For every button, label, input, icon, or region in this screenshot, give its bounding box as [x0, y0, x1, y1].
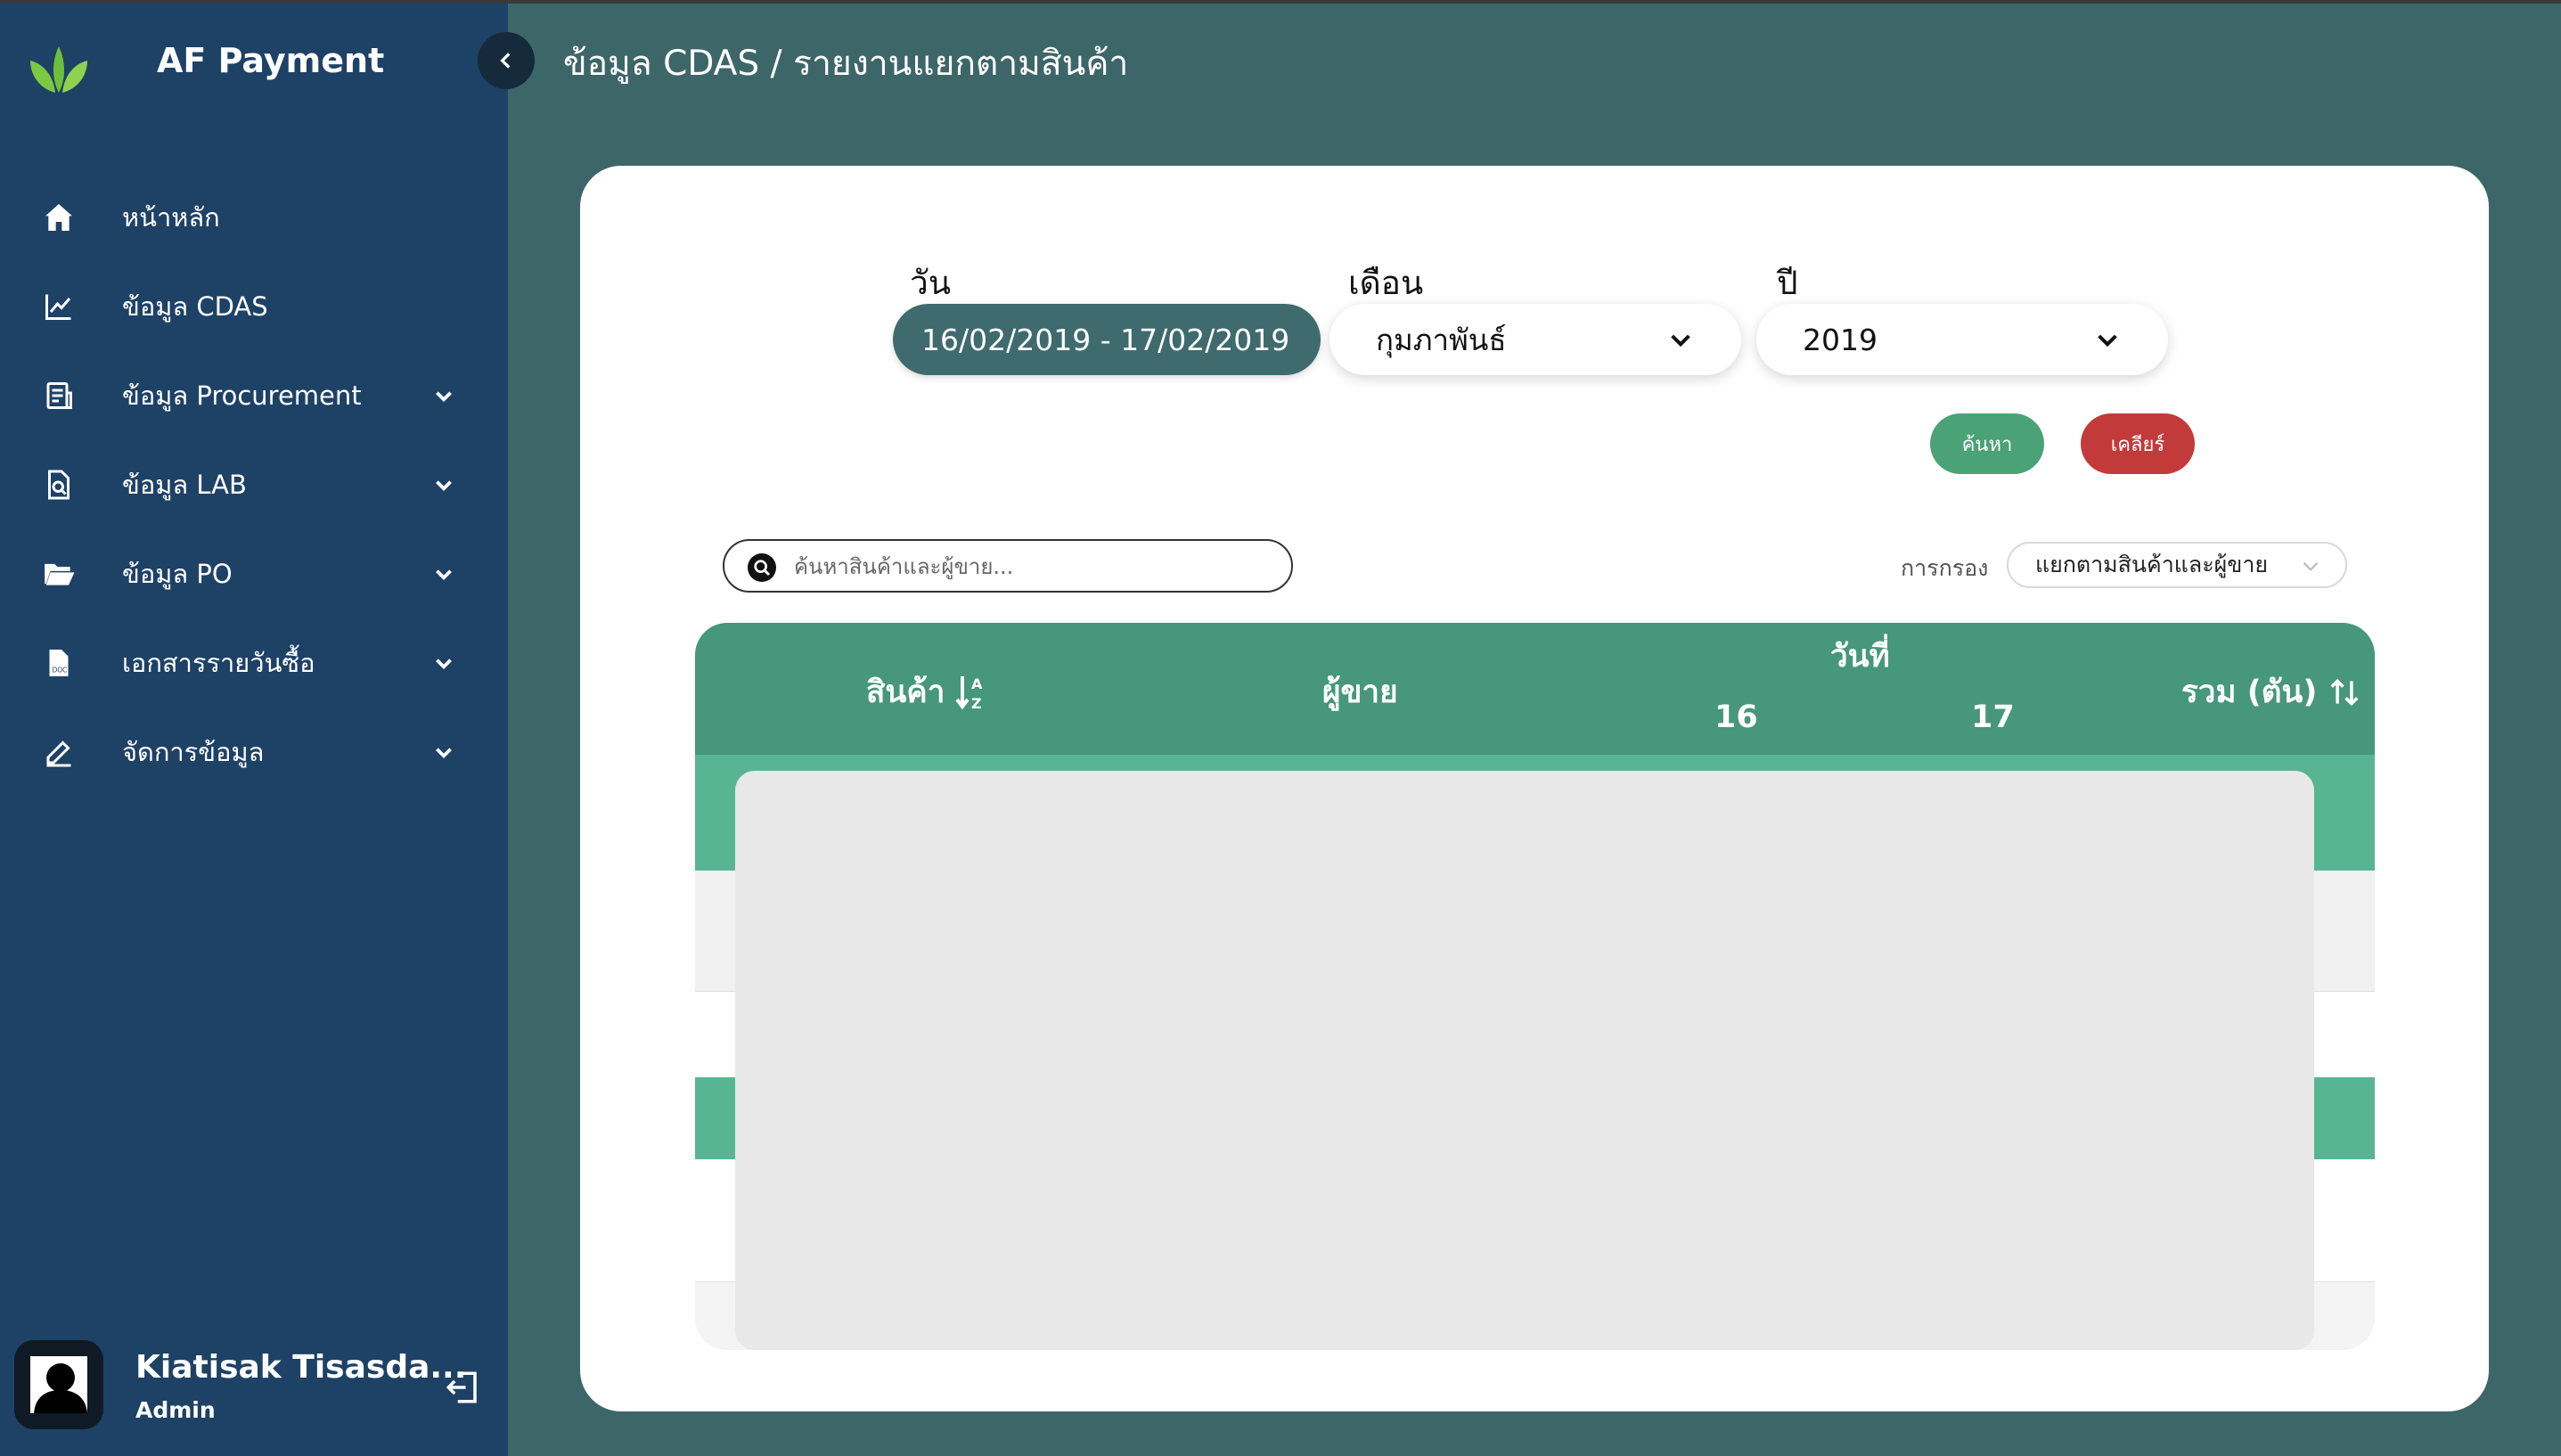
column-header-day-16[interactable]: 16	[1714, 699, 1758, 735]
leaf-logo-icon	[30, 46, 87, 93]
line-chart-icon	[39, 287, 78, 326]
search-input[interactable]	[794, 550, 1275, 584]
column-header-seller[interactable]: ผู้ขาย	[1322, 667, 1398, 716]
chevron-down-icon[interactable]	[428, 380, 460, 412]
sort-toggle-icon	[2330, 678, 2359, 706]
filter-select[interactable]: แยกตามสินค้าและผู้ขาย	[2007, 542, 2347, 588]
table-header: สินค้า A Z ผู้ขาย วันที่ 16 17 รวม (ตัน)	[695, 623, 2375, 755]
sidebar-item-manage-data[interactable]: จัดการข้อมูล	[0, 708, 508, 797]
date-range-value: 16/02/2019 - 17/02/2019	[921, 322, 1290, 357]
chevron-left-icon	[500, 53, 511, 69]
chevron-down-icon[interactable]	[428, 736, 460, 768]
sidebar-item-home[interactable]: หน้าหลัก	[0, 173, 508, 262]
search-icon	[748, 553, 776, 582]
sidebar-item-label: ข้อมูล LAB	[122, 470, 247, 500]
date-range-picker[interactable]: 16/02/2019 - 17/02/2019	[893, 304, 1321, 375]
column-header-day-17[interactable]: 17	[1971, 699, 2015, 735]
avatar[interactable]	[14, 1340, 103, 1429]
user-profile: Kiatisak Tisasda... Admin	[14, 1340, 495, 1438]
document-search-icon	[39, 465, 78, 504]
sidebar-item-label: เอกสารรายวันซื้อ	[122, 648, 315, 678]
chevron-down-icon	[2303, 561, 2319, 571]
sidebar-item-cdas[interactable]: ข้อมูล CDAS	[0, 262, 508, 351]
year-label: ปี	[1777, 264, 1798, 302]
user-role: Admin	[135, 1397, 216, 1423]
filter-value: แยกตามสินค้าและผู้ขาย	[2035, 552, 2269, 577]
svg-text:A: A	[971, 675, 983, 692]
column-label: รวม (ตัน)	[2181, 675, 2318, 710]
home-icon	[39, 198, 78, 237]
sidebar-item-label: ข้อมูล PO	[122, 559, 233, 589]
day-label: วัน	[910, 264, 952, 302]
sidebar-nav: หน้าหลัก ข้อมูล CDAS ข้อมูล Procurement …	[0, 173, 508, 797]
clear-button[interactable]: เคลียร์	[2081, 413, 2195, 474]
sidebar-item-procurement[interactable]: ข้อมูล Procurement	[0, 351, 508, 440]
breadcrumb: ข้อมูล CDAS / รายงานแยกตามสินค้า	[563, 44, 1129, 84]
report-card: วัน เดือน ปี 16/02/2019 - 17/02/2019 กุม…	[580, 166, 2489, 1411]
edit-icon	[39, 732, 78, 772]
report-table: สินค้า A Z ผู้ขาย วันที่ 16 17 รวม (ตัน)	[695, 623, 2375, 1350]
sidebar-item-label: หน้าหลัก	[122, 202, 220, 233]
year-select[interactable]: 2019	[1756, 304, 2168, 375]
month-label: เดือน	[1348, 264, 1424, 302]
chevron-down-icon[interactable]	[428, 469, 460, 501]
sort-alpha-icon: A Z	[955, 675, 983, 712]
sidebar-item-lab[interactable]: ข้อมูล LAB	[0, 440, 508, 529]
sidebar-collapse-button[interactable]	[478, 32, 535, 89]
column-header-product[interactable]: สินค้า A Z	[866, 667, 991, 716]
logout-icon[interactable]	[444, 1369, 481, 1406]
product-seller-search[interactable]	[723, 539, 1293, 593]
chevron-down-icon	[2098, 334, 2117, 348]
column-header-total[interactable]: รวม (ตัน)	[2181, 667, 2361, 716]
sidebar-item-label: จัดการข้อมูล	[122, 737, 265, 767]
chevron-down-icon	[1671, 334, 1690, 348]
chevron-down-icon[interactable]	[428, 558, 460, 590]
user-name: Kiatisak Tisasda...	[135, 1349, 467, 1386]
loading-overlay	[735, 771, 2314, 1350]
folder-open-icon	[39, 554, 78, 593]
year-value: 2019	[1803, 322, 1878, 357]
sidebar-item-po[interactable]: ข้อมูล PO	[0, 529, 508, 618]
doc-file-icon: DOC	[39, 643, 78, 683]
month-value: กุมภาพันธ์	[1376, 322, 1507, 357]
filter-label: การกรอง	[1901, 555, 1989, 581]
sidebar-item-label: ข้อมูล CDAS	[122, 291, 268, 322]
document-list-icon	[39, 376, 78, 415]
column-label: สินค้า	[866, 675, 945, 710]
month-select[interactable]: กุมภาพันธ์	[1330, 304, 1741, 375]
brand	[25, 30, 93, 98]
svg-text:Z: Z	[971, 695, 982, 712]
svg-text:DOC: DOC	[53, 667, 68, 675]
app-name: AF Payment	[157, 41, 385, 80]
sidebar-item-label: ข้อมูล Procurement	[122, 380, 362, 411]
chevron-down-icon[interactable]	[428, 647, 460, 679]
sidebar-item-daily-purchase-docs[interactable]: DOC เอกสารรายวันซื้อ	[0, 618, 508, 708]
user-silhouette-icon	[30, 1356, 87, 1413]
search-button[interactable]: ค้นหา	[1930, 413, 2044, 474]
column-header-date: วันที่	[1830, 639, 1890, 675]
sidebar: AF Payment หน้าหลัก ข้อมูล CDAS ข้อมูล P…	[0, 4, 508, 1456]
